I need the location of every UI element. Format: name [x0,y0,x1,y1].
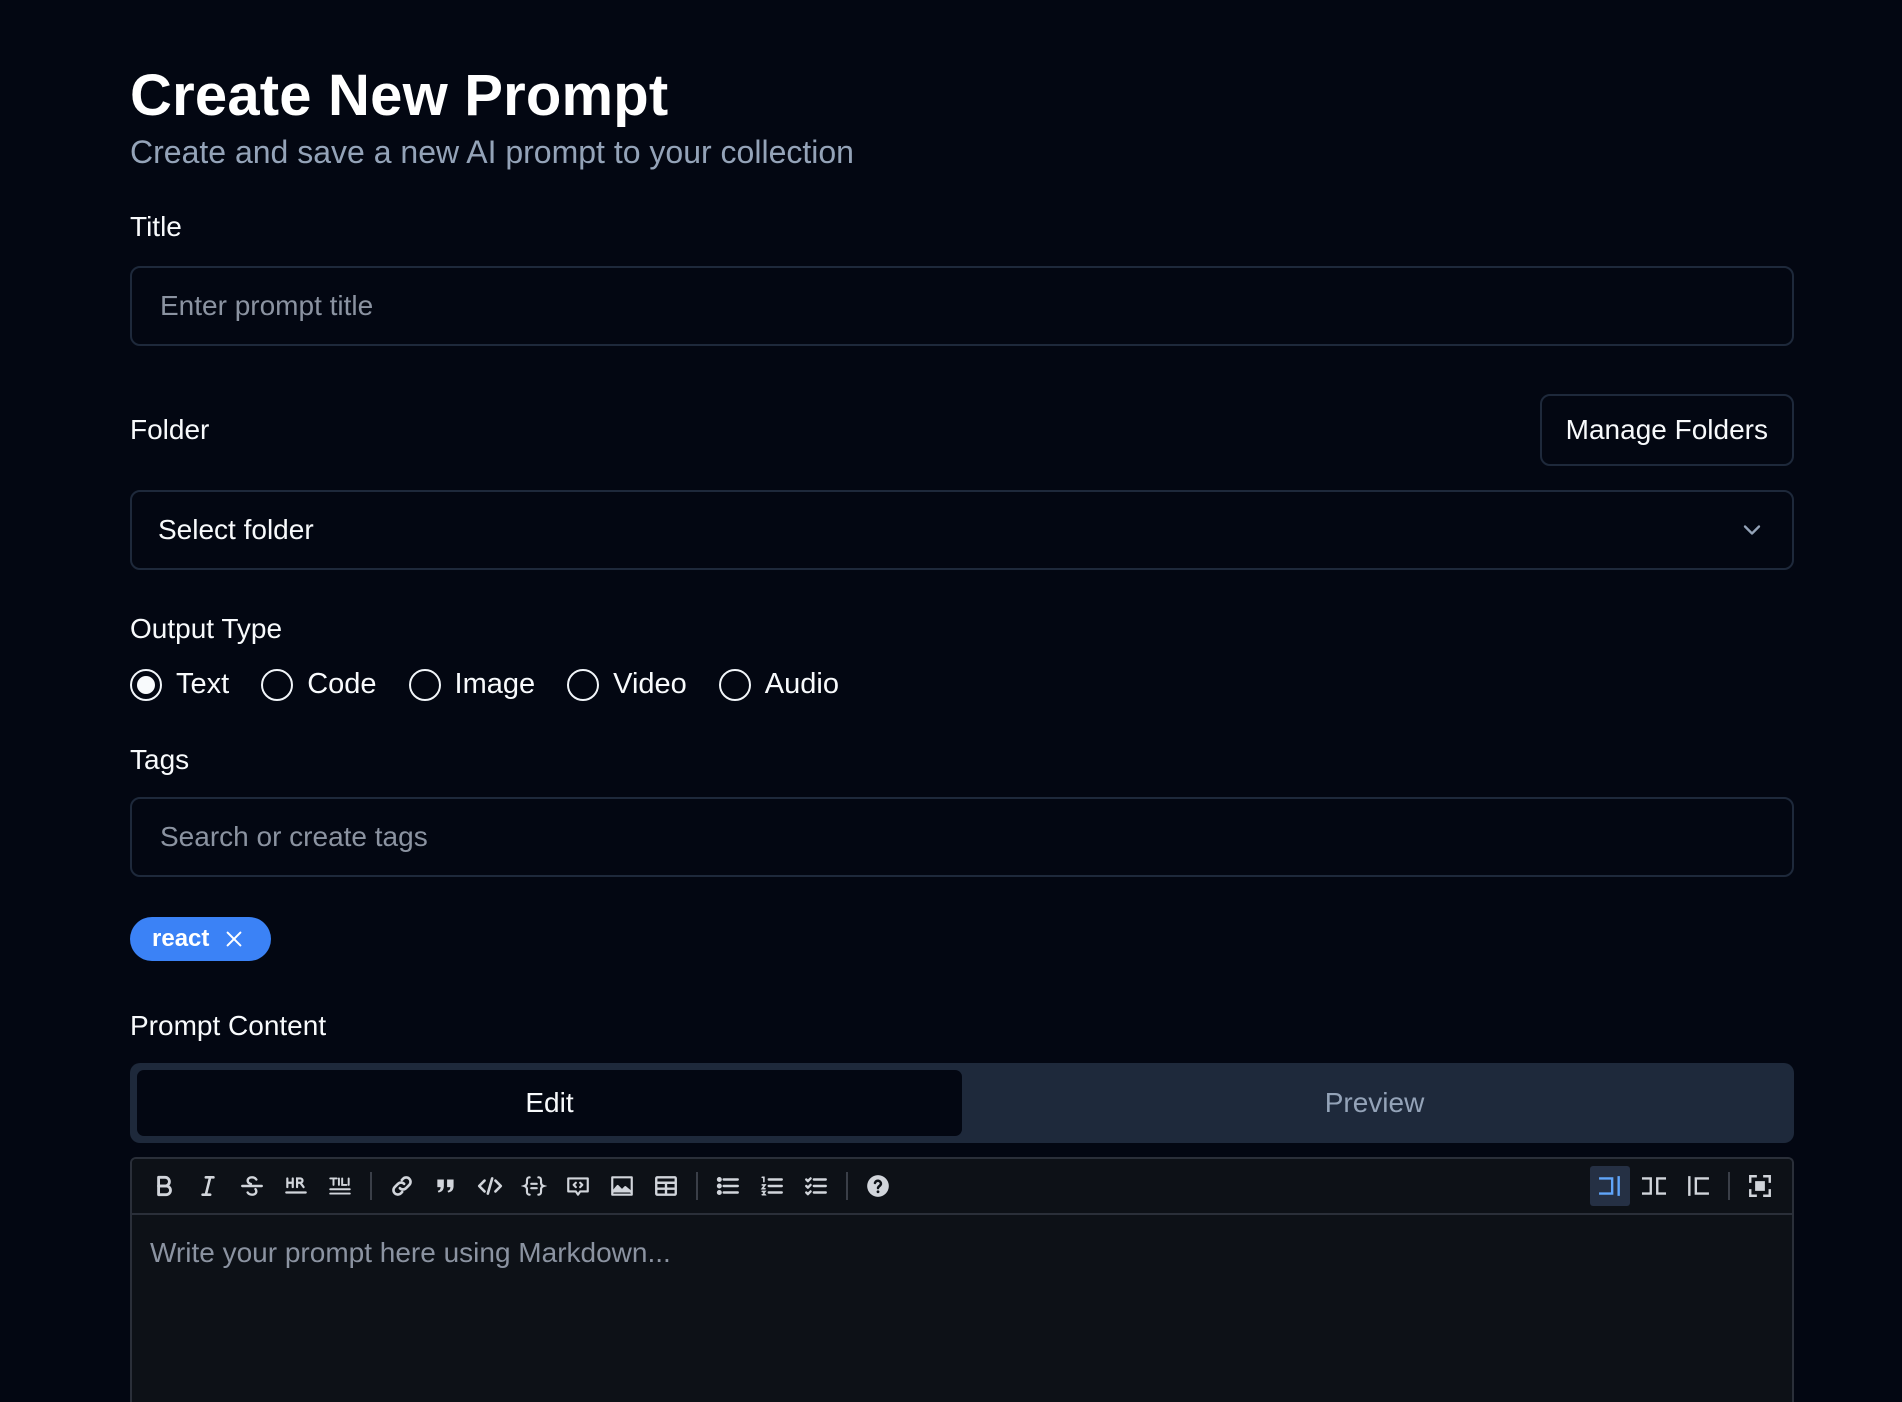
editor-toolbar [132,1159,1792,1215]
tab-edit[interactable]: Edit [137,1070,962,1136]
page-subtitle: Create and save a new AI prompt to your … [130,134,854,170]
create-prompt-page: Create New Prompt Create and save a new … [0,0,1902,1402]
title-field-wrapper [130,266,1794,346]
live-mode-icon[interactable] [1634,1166,1674,1206]
image-icon[interactable] [602,1166,642,1206]
close-icon[interactable] [223,928,245,950]
radio-label: Audio [764,668,839,700]
manage-folders-button[interactable]: Manage Folders [1539,394,1794,466]
ordered-list-icon[interactable] [752,1166,792,1206]
fullscreen-icon[interactable] [1740,1166,1780,1206]
quote-icon[interactable] [426,1166,466,1206]
editor-placeholder: Write your prompt here using Markdown... [150,1237,671,1268]
radio-label: Image [454,668,536,700]
tags-field-wrapper [130,797,1794,877]
strikethrough-icon[interactable] [232,1166,272,1206]
italic-icon[interactable] [188,1166,228,1206]
radio-label: Text [176,668,230,700]
radio-option-video[interactable]: Video [567,668,687,701]
prompt-content-label: Prompt Content [130,1010,327,1041]
tag-label: react [152,925,210,952]
toolbar-divider [1728,1172,1730,1200]
unordered-list-icon[interactable] [708,1166,748,1206]
tag-chip: react [130,917,272,961]
output-type-radio-group: Text Code Image Video Audio [130,668,1794,701]
toolbar-divider [370,1172,372,1200]
chevron-down-icon [1743,525,1761,535]
folder-row: Folder Manage Folders [130,394,1794,466]
title-input[interactable] [158,289,1766,323]
heading-icon[interactable] [320,1166,360,1206]
radio-button[interactable] [567,668,600,701]
tab-preview[interactable]: Preview [962,1070,1787,1136]
table-icon[interactable] [646,1166,686,1206]
help-icon[interactable] [858,1166,898,1206]
title-label: Title [130,211,182,242]
radio-button[interactable] [718,668,751,701]
horizontal-rule-icon[interactable] [276,1166,316,1206]
content-tabs: Edit Preview [130,1063,1794,1143]
markdown-editor: Write your prompt here using Markdown... [130,1157,1794,1402]
edit-mode-icon[interactable] [1590,1166,1630,1206]
checklist-icon[interactable] [796,1166,836,1206]
toolbar-divider [696,1172,698,1200]
preview-mode-icon[interactable] [1678,1166,1718,1206]
radio-option-image[interactable]: Image [408,668,536,701]
comment-icon[interactable] [558,1166,598,1206]
code-block-icon[interactable] [514,1166,554,1206]
folder-select-value: Select folder [158,514,314,545]
radio-button[interactable] [130,668,162,701]
selected-tags: react [130,917,1794,961]
folder-label: Folder [130,414,210,445]
toolbar-divider [846,1172,848,1200]
bold-icon[interactable] [144,1166,184,1206]
radio-button[interactable] [408,668,441,701]
link-icon[interactable] [382,1166,422,1206]
radio-selected-dot [137,675,155,694]
folder-select[interactable]: Select folder [130,490,1794,570]
radio-option-audio[interactable]: Audio [718,668,839,701]
radio-option-text[interactable]: Text [130,668,229,701]
radio-button[interactable] [261,668,294,701]
radio-label: Video [613,668,687,700]
output-type-label: Output Type [130,613,283,644]
editor-textarea[interactable]: Write your prompt here using Markdown... [132,1215,1792,1291]
radio-label: Code [307,668,377,700]
radio-option-code[interactable]: Code [261,668,377,701]
page-title: Create New Prompt [130,63,669,128]
tags-label: Tags [130,744,190,775]
create-prompt-form: Create New Prompt Create and save a new … [130,60,1794,1402]
code-icon[interactable] [470,1166,510,1206]
tags-search-input[interactable] [158,820,1766,854]
